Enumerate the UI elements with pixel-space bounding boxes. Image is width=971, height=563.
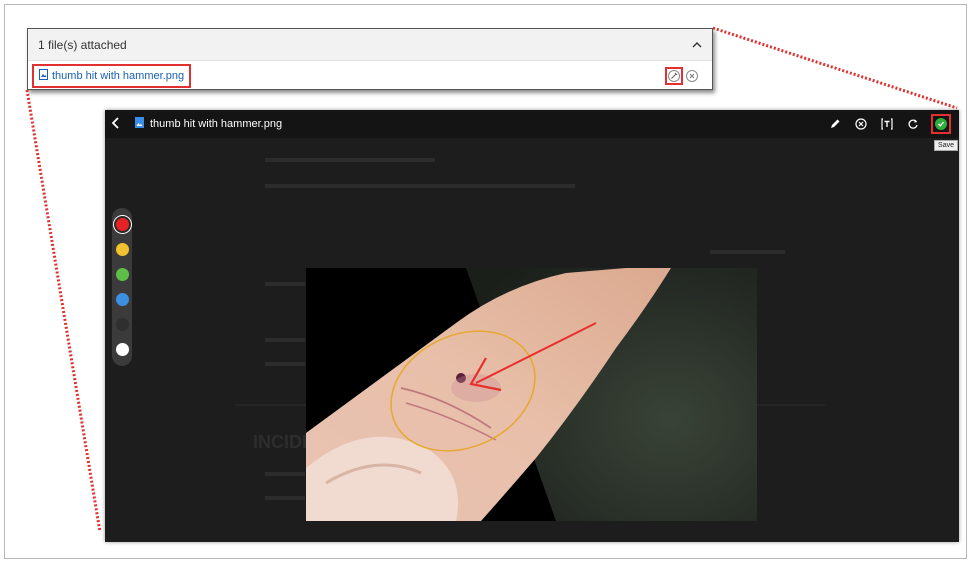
- color-swatch-black[interactable]: [115, 318, 129, 331]
- annotator-tools: [827, 114, 951, 134]
- color-swatch-yellow[interactable]: [115, 243, 129, 256]
- save-tooltip: Save: [934, 140, 958, 151]
- save-button[interactable]: [931, 114, 951, 134]
- image-annotator: thumb hit with hammer.png Save INCIDE: [105, 110, 959, 542]
- text-icon[interactable]: [879, 115, 895, 133]
- image-file-icon: [39, 69, 48, 83]
- background-text: [265, 338, 305, 342]
- background-text: [265, 472, 305, 476]
- photo-canvas: [306, 268, 757, 521]
- color-swatch-green[interactable]: [115, 268, 129, 281]
- rotate-icon[interactable]: [905, 115, 921, 133]
- annotate-button[interactable]: [665, 67, 683, 85]
- attachment-row: thumb hit with hammer.png: [28, 61, 712, 91]
- annotated-photo[interactable]: [306, 268, 757, 521]
- background-text: [265, 496, 305, 500]
- save-icon: [935, 118, 947, 130]
- color-palette: [112, 208, 132, 366]
- clear-icon[interactable]: [853, 115, 869, 133]
- background-text: [265, 282, 305, 286]
- attachment-actions: [665, 67, 698, 85]
- background-text: [265, 362, 305, 366]
- annotate-icon: [668, 70, 680, 82]
- background-heading: INCIDE: [253, 432, 315, 452]
- chevron-up-icon[interactable]: [692, 39, 702, 51]
- annotator-toolbar: thumb hit with hammer.png Save: [105, 110, 959, 151]
- color-swatch-blue[interactable]: [115, 293, 129, 306]
- attachment-header[interactable]: 1 file(s) attached: [28, 29, 712, 61]
- image-file-icon: [135, 115, 144, 133]
- color-swatch-white[interactable]: [115, 343, 129, 356]
- color-swatch-red[interactable]: [115, 218, 129, 231]
- annotator-title: thumb hit with hammer.png: [150, 118, 283, 130]
- background-text: [710, 250, 785, 254]
- pencil-icon[interactable]: [827, 115, 843, 133]
- attachment-file-name: thumb hit with hammer.png: [52, 70, 185, 82]
- attachment-file-link[interactable]: thumb hit with hammer.png: [32, 64, 192, 88]
- back-arrow-icon[interactable]: [111, 114, 125, 134]
- attachment-panel: 1 file(s) attached thumb hit with hammer…: [27, 28, 713, 90]
- attachment-count: 1 file(s) attached: [38, 37, 127, 52]
- background-text: [265, 158, 435, 162]
- close-circle-icon[interactable]: [686, 70, 698, 82]
- background-text: [265, 184, 575, 188]
